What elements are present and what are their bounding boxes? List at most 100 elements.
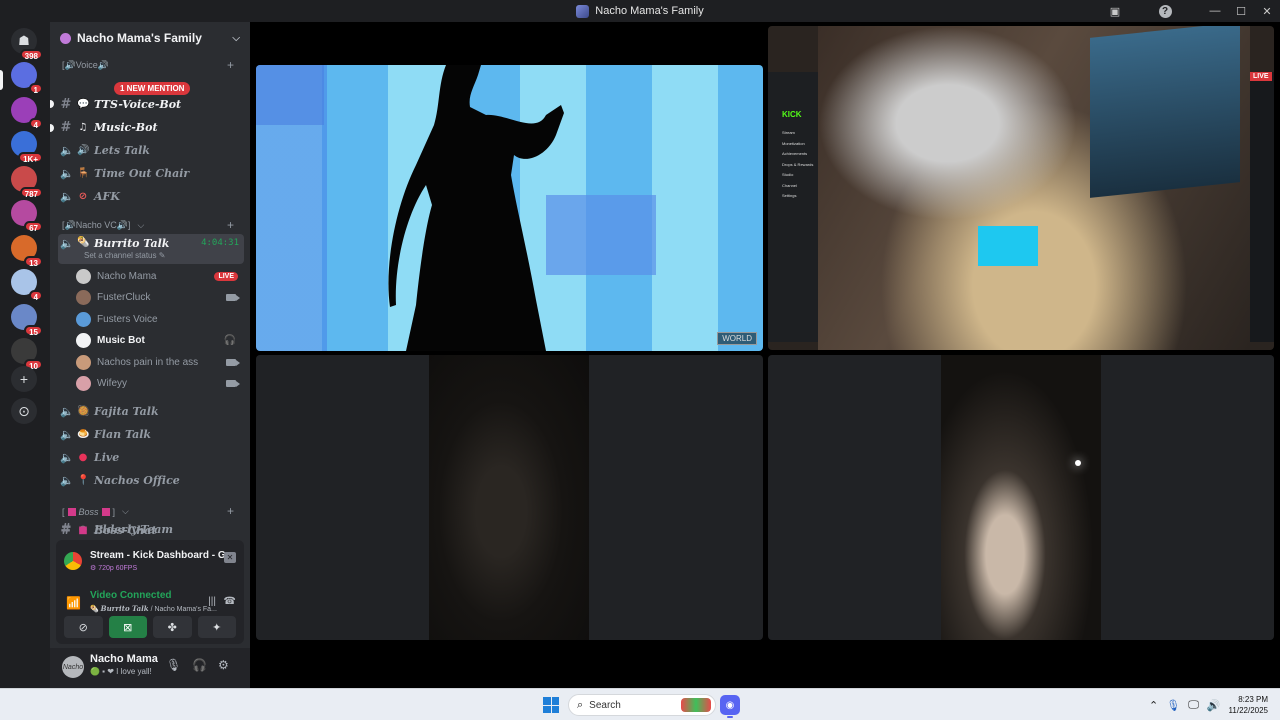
pink-square-icon: ■ [78, 524, 88, 536]
video-grid: WORLD KICK Stream Monetization Achievement… [250, 22, 1280, 688]
camera-off-button[interactable]: ⊘ [64, 616, 103, 638]
kick-logo: KICK [782, 110, 802, 119]
channel-burrito-talk[interactable]: 🔈 🌯 Burrito Talk 4:04:31 Set a channel s… [58, 234, 244, 264]
minimize-button[interactable]: — [1202, 0, 1228, 22]
channel-tts-voice-bot[interactable]: # 💬 TTS-Voice-Bot [58, 94, 244, 114]
channel-watermark: WORLD [717, 332, 757, 345]
channel-afk[interactable]: 🔈 ⊘ AFK [58, 186, 244, 206]
windows-taskbar: ⌕ Search ◉ ⌃ 🎙 🖵 🔊 8:23 PM 11/22/2025 [0, 688, 1280, 720]
start-button[interactable] [543, 697, 559, 713]
chevron-down-icon: ⌵ [232, 32, 240, 44]
server-icon[interactable]: 15 [11, 303, 43, 337]
camera-icon [226, 358, 240, 366]
voice-user[interactable]: Fusters Voice [76, 309, 242, 329]
server-icon[interactable]: 1 [11, 62, 43, 95]
add-channel-icon[interactable]: + [227, 218, 234, 232]
category-voice[interactable]: [🔊Voice🔊 + [62, 58, 234, 72]
clock[interactable]: 8:23 PM 11/22/2025 [1229, 694, 1268, 716]
channel-nachos-office[interactable]: 🔈 📍 Nachos Office [58, 470, 244, 490]
microphone-icon[interactable]: 🎙 [1166, 699, 1180, 712]
video-tile-stream[interactable]: KICK Stream Monetization Achievements Drops… [768, 26, 1274, 350]
avatar[interactable]: Nacho [62, 656, 84, 678]
video-tile-music-bot[interactable]: WORLD [256, 65, 763, 351]
channel-lets-talk[interactable]: 🔈 🔊 Lets Talk [58, 140, 244, 160]
network-icon[interactable]: 🖵 [1188, 699, 1199, 712]
channel-live[interactable]: 🔈 ● Live [58, 447, 244, 467]
voice-channel-icon: 🔈 [60, 427, 74, 441]
home-button[interactable]: ☗ 398 [11, 28, 43, 61]
activities-button[interactable]: ✤ [153, 616, 192, 638]
voice-channel-icon: 🔈 [60, 189, 74, 203]
channel-list: [🔊Voice🔊 + 1 NEW MENTION # 💬 TTS-Voice-B… [50, 54, 250, 538]
speech-bubble-icon: 💬 [77, 98, 90, 110]
stop-stream-icon[interactable]: ✕ [224, 552, 236, 563]
text-channel-icon: # [60, 522, 72, 538]
voice-user[interactable]: Music Bot 🎧 [76, 331, 242, 351]
flan-icon: 🍮 [77, 428, 90, 440]
server-icon[interactable]: 1K+ [11, 131, 43, 164]
selected-pill [0, 70, 3, 90]
noise-suppression-icon[interactable]: ||| [208, 596, 216, 607]
server-icon[interactable]: 10 [11, 338, 43, 371]
channel-boss-chat[interactable]: # ■ Boss-Chat [58, 520, 244, 540]
server-icon[interactable]: 4 [11, 96, 43, 130]
voice-user[interactable]: Wifeyy [76, 374, 242, 394]
search-icon: ⌕ [577, 698, 584, 711]
voice-channel-icon: 🔈 [60, 404, 74, 418]
title-bar: Nacho Mama's Family ▣ ? — ☐ ✕ [0, 0, 1280, 22]
discord-taskbar-icon[interactable]: ◉ [720, 695, 740, 718]
server-icon[interactable]: 4 [11, 269, 43, 302]
disconnect-icon[interactable]: ☎ [224, 596, 236, 607]
category-boss[interactable]: [ Boss ] ⌵ + [62, 504, 234, 518]
voice-user[interactable]: FusterCluck [76, 288, 242, 308]
screen-share-button[interactable]: ⊠ [108, 616, 147, 638]
headphones-icon[interactable]: 🎧 [192, 658, 207, 672]
music-note-icon: ♫ [78, 121, 88, 133]
guild-header[interactable]: Nacho Mama's Family ⌵ [50, 22, 250, 54]
add-channel-icon[interactable]: + [227, 504, 234, 518]
soundboard-button[interactable]: ✦ [197, 616, 236, 638]
taskbar-search[interactable]: ⌕ Search [568, 694, 716, 716]
connected-channel[interactable]: 🌯 Burrito Talk / Nacho Mama's Fa... [90, 604, 217, 613]
camera-feed [941, 355, 1101, 640]
microphone-icon[interactable]: 🎙 [166, 658, 181, 672]
username[interactable]: Nacho Mama [90, 653, 158, 665]
call-timer: 4:04:31 [201, 238, 239, 248]
add-server-button[interactable]: + [11, 366, 37, 392]
maximize-button[interactable]: ☐ [1228, 0, 1254, 22]
server-icon[interactable]: 787 [11, 165, 43, 199]
inbox-icon[interactable]: ▣ [1102, 0, 1128, 22]
category-nacho-vc[interactable]: [🔊Nacho VC🔊] ⌵ + [62, 218, 234, 232]
server-icon[interactable]: 67 [11, 200, 43, 233]
video-tile-camera[interactable] [768, 355, 1274, 640]
kick-menu-item: Achievements [782, 151, 808, 156]
chevron-up-icon[interactable]: ⌃ [1149, 699, 1158, 712]
server-badge: 4 [28, 117, 43, 130]
voice-channel-icon: 🔈 [60, 473, 74, 487]
live-badge[interactable]: LIVE [214, 271, 238, 281]
custom-status[interactable]: 🟢 ▪ ❤ I love yall! [90, 667, 152, 676]
stream-preview-strip: LIVE [1250, 72, 1274, 342]
video-tile-camera[interactable] [256, 355, 763, 640]
voice-user[interactable]: Nachos pain in the ass [76, 352, 242, 372]
voice-connection-panel: 📶 Video Connected 🌯 Burrito Talk / Nacho… [56, 578, 244, 644]
channel-music-bot[interactable]: # ♫ Music-Bot [58, 117, 244, 137]
add-channel-icon[interactable]: + [227, 58, 234, 72]
close-button[interactable]: ✕ [1254, 0, 1280, 22]
connection-signal-icon[interactable]: 📶 [66, 596, 81, 610]
volume-icon[interactable]: 🔊 [1207, 699, 1221, 712]
server-icon[interactable]: 13 [11, 234, 43, 268]
channel-flan-talk[interactable]: 🔈 🍮 Flan Talk [58, 424, 244, 444]
stream-title: Stream - Kick Dashboard - Google ... [90, 550, 230, 561]
pink-square-icon [67, 507, 76, 516]
channel-fajita-talk[interactable]: 🔈 🥘 Fajita Talk [58, 401, 244, 421]
camera-icon [226, 380, 240, 387]
help-icon[interactable]: ? [1152, 0, 1178, 22]
connection-status[interactable]: Video Connected [90, 590, 172, 601]
channel-time-out-chair[interactable]: 🔈 🪑 Time Out Chair [58, 163, 244, 183]
explore-button[interactable]: ⊙ [11, 398, 37, 424]
unread-indicator [50, 100, 54, 108]
voice-user[interactable]: Nacho Mama LIVE [76, 266, 242, 286]
set-channel-status[interactable]: Set a channel status ✎ [84, 251, 165, 260]
settings-gear-icon[interactable]: ⚙ [218, 658, 229, 672]
